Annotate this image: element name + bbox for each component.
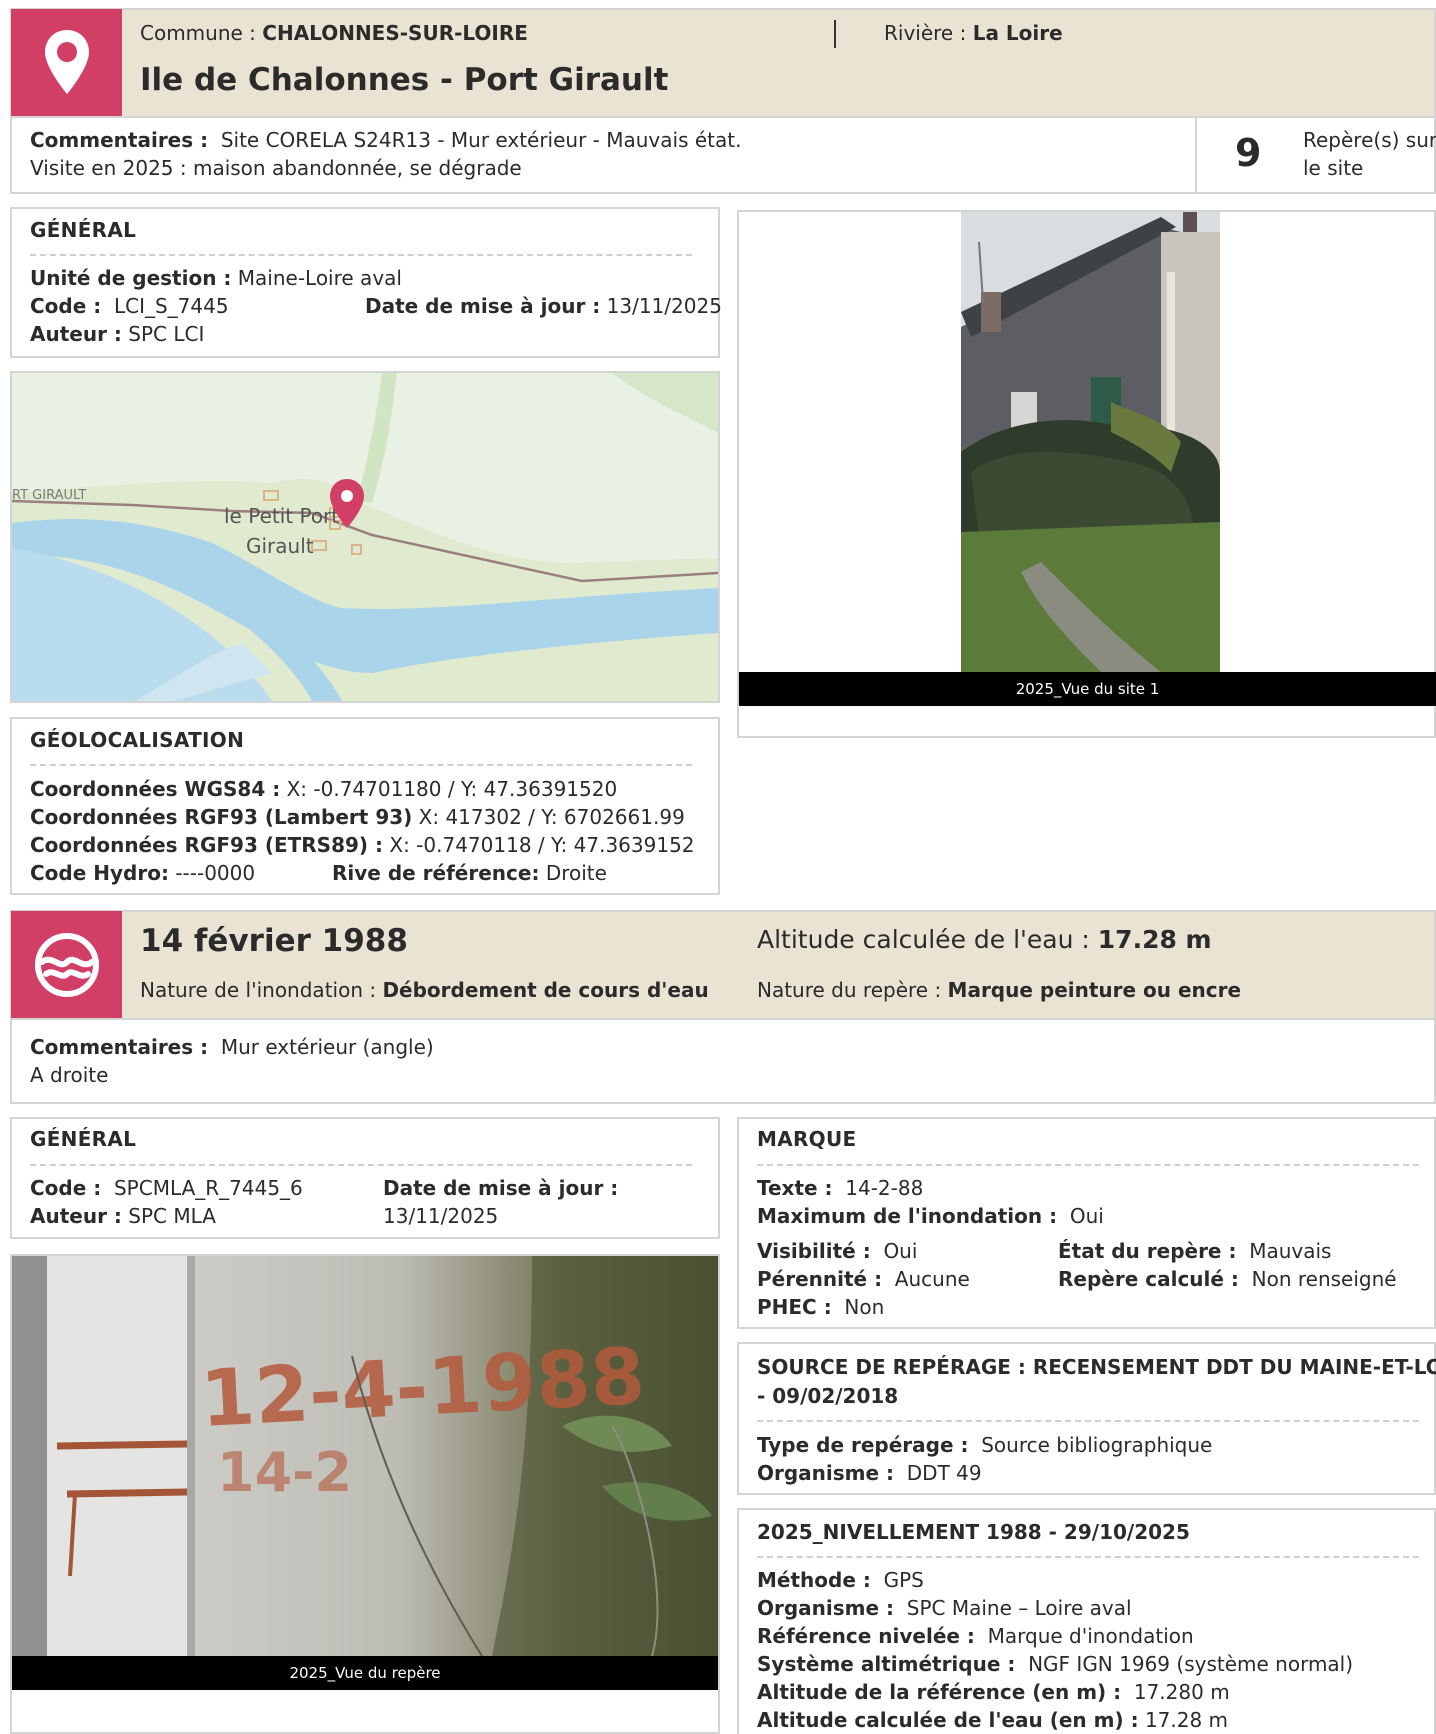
marque-visibilite: Visibilité : Oui: [757, 1239, 918, 1263]
event-nature: Nature de l'inondation : Débordement de …: [140, 978, 709, 1002]
marque-texte: Texte : 14-2-88: [757, 1176, 924, 1200]
nivellement-divider: [757, 1556, 1419, 1558]
geo-wgs84: Coordonnées WGS84 : X: -0.74701180 / Y: …: [30, 777, 618, 801]
map-label-petit-port: le Petit Port: [224, 504, 339, 528]
marque-phec: PHEC : Non: [757, 1295, 885, 1319]
repere-count-label-2: le site: [1303, 156, 1364, 180]
niv-org: Organisme : SPC Maine – Loire aval: [757, 1596, 1132, 1620]
marque-divider: [757, 1164, 1419, 1166]
general2-divider: [30, 1164, 692, 1166]
marque-max: Maximum de l'inondation : Oui: [757, 1204, 1104, 1228]
commune-line: Commune : CHALONNES-SUR-LOIRE: [140, 21, 528, 45]
source-type: Type de repérage : Source bibliographiqu…: [757, 1433, 1213, 1457]
site-map[interactable]: RT GIRAULT le Petit Port Girault: [10, 371, 720, 703]
source-org: Organisme : DDT 49: [757, 1461, 982, 1485]
event-comments-line2: A droite: [30, 1063, 109, 1087]
geo-code-hydro: Code Hydro: ----0000: [30, 861, 256, 885]
nivellement-title: 2025_NIVELLEMENT 1988 - 29/10/2025: [757, 1520, 1190, 1544]
header-divider: [834, 20, 836, 48]
general-title: GÉNÉRAL: [30, 218, 137, 242]
mark-photo-caption: 2025_Vue du repère: [12, 1656, 718, 1690]
site-comments-line2: Visite en 2025 : maison abandonnée, se d…: [30, 156, 522, 180]
niv-methode: Méthode : GPS: [757, 1568, 924, 1592]
map-pin-icon: [44, 30, 89, 94]
site-author: Auteur : SPC LCI: [30, 322, 205, 346]
flood-badge: [11, 911, 122, 1019]
niv-sys: Système altimétrique : NGF IGN 1969 (sys…: [757, 1652, 1354, 1676]
site-title: Ile de Chalonnes - Port Girault: [140, 62, 669, 98]
site-code: Code : LCI_S_7445: [30, 294, 229, 318]
marque-perennite: Pérennité : Aucune: [757, 1267, 970, 1291]
marque-title: MARQUE: [757, 1127, 857, 1151]
site-update-date: Date de mise à jour : 13/11/2025: [365, 294, 722, 318]
general2-title: GÉNÉRAL: [30, 1127, 137, 1151]
marque-etat: État du repère : Mauvais: [1058, 1239, 1332, 1263]
niv-alt-eau: Altitude calculée de l'eau (en m) : 17.2…: [757, 1708, 1229, 1732]
unite-gestion: Unité de gestion : Maine-Loire aval: [30, 266, 402, 290]
site-pin-badge: [11, 9, 122, 117]
riviere-line: Rivière : La Loire: [884, 21, 1063, 45]
site-photo[interactable]: [961, 212, 1220, 672]
marque-calcule: Repère calculé : Non renseigné: [1058, 1267, 1397, 1291]
event-altitude: Altitude calculée de l'eau : 17.28 m: [757, 925, 1212, 954]
source-title-line2: - 09/02/2018: [757, 1384, 899, 1408]
event-date: 14 février 1988: [140, 923, 408, 959]
geo-title: GÉOLOCALISATION: [30, 728, 245, 752]
geo-etrs89: Coordonnées RGF93 (ETRS89) : X: -0.74701…: [30, 833, 695, 857]
repere-count-label-1: Repère(s) sur: [1303, 128, 1436, 152]
geo-divider: [30, 764, 692, 766]
mark-painted-bottom: 14-2: [217, 1441, 352, 1504]
repere-code: Code : SPCMLA_R_7445_6: [30, 1176, 303, 1200]
source-title-line1: SOURCE DE REPÉRAGE : RECENSEMENT DDT DU …: [757, 1355, 1436, 1379]
repere-date: 13/11/2025: [383, 1204, 499, 1228]
geo-rive: Rive de référence: Droite: [332, 861, 607, 885]
map-label-girault: Girault: [246, 534, 314, 558]
niv-ref: Référence nivelée : Marque d'inondation: [757, 1624, 1194, 1648]
site-comments-line1: Commentaires : Site CORELA S24R13 - Mur …: [30, 128, 742, 152]
geo-lambert93: Coordonnées RGF93 (Lambert 93) X: 417302…: [30, 805, 685, 829]
flood-wave-icon: [34, 933, 99, 997]
source-divider: [757, 1420, 1419, 1422]
count-divider: [1195, 118, 1197, 192]
site-photo-caption: 2025_Vue du site 1: [739, 672, 1436, 706]
map-label-port-girault: RT GIRAULT: [12, 488, 86, 503]
niv-alt-ref: Altitude de la référence (en m) : 17.280…: [757, 1680, 1230, 1704]
repere-date-label: Date de mise à jour :: [383, 1176, 619, 1200]
repere-author: Auteur : SPC MLA: [30, 1204, 216, 1228]
repere-count: 9: [1235, 131, 1262, 175]
event-comments: [10, 1018, 1436, 1104]
event-comments-line1: Commentaires : Mur extérieur (angle): [30, 1035, 434, 1059]
general-divider: [30, 254, 692, 256]
event-repere-nature: Nature du repère : Marque peinture ou en…: [757, 978, 1242, 1002]
mark-photo[interactable]: 12-4-1988 14-2: [12, 1256, 718, 1656]
